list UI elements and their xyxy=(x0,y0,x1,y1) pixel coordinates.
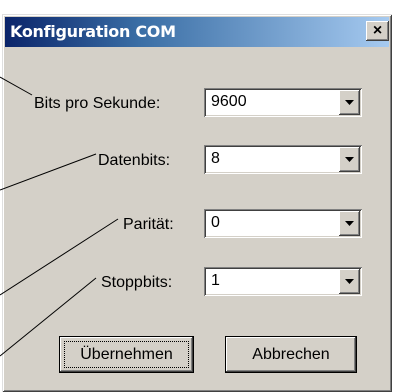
stop-bits-select[interactable]: 1 xyxy=(204,267,362,296)
stop-bits-value: 1 xyxy=(211,272,220,289)
title-bar[interactable]: Konfiguration COM × xyxy=(5,17,389,47)
baud-rate-select[interactable]: 9600 xyxy=(204,88,362,117)
apply-button-label: Übernehmen xyxy=(80,346,173,363)
data-bits-dropdown-button[interactable] xyxy=(339,147,360,172)
data-bits-value: 8 xyxy=(211,150,220,167)
baud-rate-label: Bits pro Sekunde: xyxy=(34,95,161,112)
baud-rate-value: 9600 xyxy=(211,93,247,110)
parity-select[interactable]: 0 xyxy=(204,209,362,238)
data-bits-label: Datenbits: xyxy=(98,152,171,169)
parity-label: Parität: xyxy=(123,216,174,233)
chevron-down-icon xyxy=(345,279,354,284)
cancel-button[interactable]: Abbrechen xyxy=(226,337,356,372)
baud-rate-dropdown-button[interactable] xyxy=(339,90,360,115)
chevron-down-icon xyxy=(345,221,354,226)
data-bits-select[interactable]: 8 xyxy=(204,145,362,174)
com-configuration-dialog: Konfiguration COM × Bits pro Sekunde: 96… xyxy=(2,14,392,392)
apply-button[interactable]: Übernehmen xyxy=(60,337,193,372)
close-icon: × xyxy=(372,22,383,39)
cancel-button-label: Abbrechen xyxy=(252,346,330,363)
stop-bits-label: Stoppbits: xyxy=(101,274,173,291)
window-title: Konfiguration COM xyxy=(10,22,176,41)
parity-dropdown-button[interactable] xyxy=(339,211,360,236)
chevron-down-icon xyxy=(345,157,354,162)
parity-value: 0 xyxy=(211,214,220,231)
chevron-down-icon xyxy=(345,100,354,105)
stop-bits-dropdown-button[interactable] xyxy=(339,269,360,294)
close-button[interactable]: × xyxy=(366,21,389,41)
